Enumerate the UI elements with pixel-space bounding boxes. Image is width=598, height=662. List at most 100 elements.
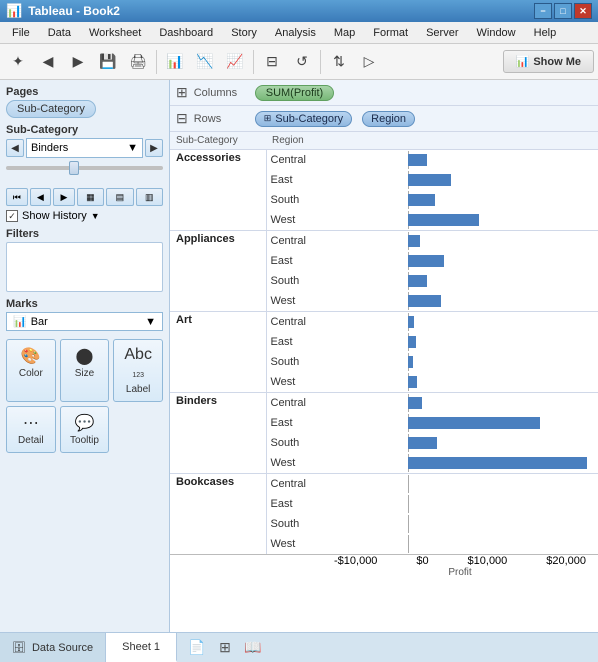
toolbar-refresh[interactable]: ↺	[288, 48, 316, 76]
color-button[interactable]: 🎨 Color	[6, 339, 56, 402]
menu-format[interactable]: Format	[365, 25, 416, 41]
filters-title: Filters	[6, 228, 163, 240]
header-subcategory: Sub-Category	[170, 132, 266, 150]
detail-label: Detail	[18, 435, 44, 446]
toolbar-filter[interactable]: ⊟	[258, 48, 286, 76]
bar	[408, 174, 450, 186]
marks-title: Marks	[6, 298, 163, 310]
marks-type-dropdown[interactable]: 📊 Bar ▼	[6, 312, 163, 331]
marks-grid: 🎨 Color ⬤ Size Abc123 Label ⋯ Detail 💬	[6, 339, 163, 453]
label-icon: Abc123	[116, 346, 160, 382]
size-button[interactable]: ⬤ Size	[60, 339, 110, 402]
show-history-dropdown-icon: ▼	[91, 211, 100, 221]
tab-sheet-1[interactable]: Sheet 1	[106, 633, 177, 662]
minimize-button[interactable]: −	[534, 3, 552, 19]
tab-data-source[interactable]: 🗄 Data Source	[0, 633, 106, 662]
show-history-checkbox[interactable]: ✓	[6, 210, 18, 222]
toolbar-back[interactable]: ◀	[34, 48, 62, 76]
menu-help[interactable]: Help	[526, 25, 565, 41]
menu-window[interactable]: Window	[469, 25, 524, 41]
bar	[408, 214, 478, 226]
region-label: West	[266, 210, 326, 231]
toolbar-print[interactable]: 🖨	[124, 48, 152, 76]
new-sheet-btn[interactable]: 📄	[185, 637, 209, 659]
menu-data[interactable]: Data	[40, 25, 79, 41]
marks-section: Marks 📊 Bar ▼ 🎨 Color ⬤ Size Abc12	[6, 298, 163, 626]
nav-next[interactable]: ▶	[145, 139, 163, 157]
menu-worksheet[interactable]: Worksheet	[81, 25, 149, 41]
region-label: South	[266, 271, 326, 291]
bar-cell	[326, 393, 598, 414]
bar-cell	[326, 514, 598, 534]
show-btn2[interactable]: ▥	[136, 188, 163, 206]
region-label: Central	[266, 393, 326, 414]
chart-table: Sub-Category Region AccessoriesCentralEa…	[170, 132, 598, 554]
toolbar-chart3[interactable]: 📈	[221, 48, 249, 76]
nav-prev[interactable]: ◀	[6, 139, 24, 157]
x-label-3: $10,000	[468, 555, 508, 567]
show-prev-btn[interactable]: ▦	[77, 188, 104, 206]
tooltip-button[interactable]: 💬 Tooltip	[60, 406, 110, 453]
bar-cell	[326, 352, 598, 372]
toolbar: ✦ ◀ ▶ 💾 🖨 📊 📉 📈 ⊟ ↺ ⇅ ▷ 📊 Show Me	[0, 44, 598, 80]
new-story-btn[interactable]: 📖	[241, 637, 265, 659]
toolbar-new[interactable]: ✦	[4, 48, 32, 76]
play-prev-btn[interactable]: ◀	[30, 188, 52, 206]
bar-cell	[326, 231, 598, 252]
toolbar-save[interactable]: 💾	[94, 48, 122, 76]
menu-story[interactable]: Story	[223, 25, 265, 41]
bar-cell	[326, 534, 598, 554]
sep3	[320, 50, 321, 74]
new-dashboard-btn[interactable]: ⊞	[213, 637, 237, 659]
chart-area: ⊞ Columns SUM(Profit) ⊟ Rows ⊞ Sub-Categ…	[170, 80, 598, 632]
rows-shelf-label: Rows	[194, 113, 249, 125]
maximize-button[interactable]: □	[554, 3, 572, 19]
bar-cell	[326, 433, 598, 453]
label-label: Label	[126, 384, 150, 395]
show-me-icon: 📊	[516, 55, 530, 68]
menu-server[interactable]: Server	[418, 25, 466, 41]
menu-file[interactable]: File	[4, 25, 38, 41]
bar	[408, 194, 434, 206]
rows-pill-1[interactable]: ⊞ Sub-Category	[255, 111, 352, 127]
size-label: Size	[75, 368, 94, 379]
show-me-button[interactable]: 📊 Show Me	[503, 50, 594, 73]
region-label: South	[266, 514, 326, 534]
bar-cell	[326, 190, 598, 210]
pages-pill[interactable]: Sub-Category	[6, 100, 96, 118]
toolbar-chart2[interactable]: 📉	[191, 48, 219, 76]
toolbar-forward[interactable]: ▶	[64, 48, 92, 76]
sub-cat-dropdown[interactable]: Binders ▼	[26, 138, 143, 158]
sep2	[253, 50, 254, 74]
show-history-label: Show History	[22, 210, 87, 222]
toolbar-sort[interactable]: ⇅	[325, 48, 353, 76]
menu-analysis[interactable]: Analysis	[267, 25, 324, 41]
region-label: West	[266, 453, 326, 474]
play-fwd-btn[interactable]: ▶	[53, 188, 75, 206]
toolbar-chart1[interactable]: 📊	[161, 48, 189, 76]
rows-pill-1-icon: ⊞	[264, 113, 272, 124]
menu-map[interactable]: Map	[326, 25, 363, 41]
label-button[interactable]: Abc123 Label	[113, 339, 163, 402]
sub-cat-title: Sub-Category	[6, 124, 163, 136]
menu-dashboard[interactable]: Dashboard	[151, 25, 221, 41]
toolbar-present[interactable]: ▷	[355, 48, 383, 76]
close-button[interactable]: ✕	[574, 3, 592, 19]
show-btn1[interactable]: ▤	[106, 188, 133, 206]
menu-bar: File Data Worksheet Dashboard Story Anal…	[0, 22, 598, 44]
detail-button[interactable]: ⋯ Detail	[6, 406, 56, 453]
bar-cell	[326, 251, 598, 271]
region-label: East	[266, 170, 326, 190]
pages-title: Pages	[6, 86, 163, 98]
bar-cell	[326, 494, 598, 514]
dropdown-arrow-icon: ▼	[127, 142, 138, 154]
bar-cell	[326, 453, 598, 474]
chart-scroll-area[interactable]: Sub-Category Region AccessoriesCentralEa…	[170, 132, 598, 632]
play-back-btn[interactable]: ⏮	[6, 188, 28, 206]
show-history-row: ✓ Show History ▼	[6, 210, 163, 222]
region-label: Central	[266, 231, 326, 252]
region-label: South	[266, 190, 326, 210]
slider-handle[interactable]	[69, 161, 79, 175]
rows-pill-2[interactable]: Region	[362, 111, 415, 127]
columns-pill[interactable]: SUM(Profit)	[255, 85, 334, 101]
